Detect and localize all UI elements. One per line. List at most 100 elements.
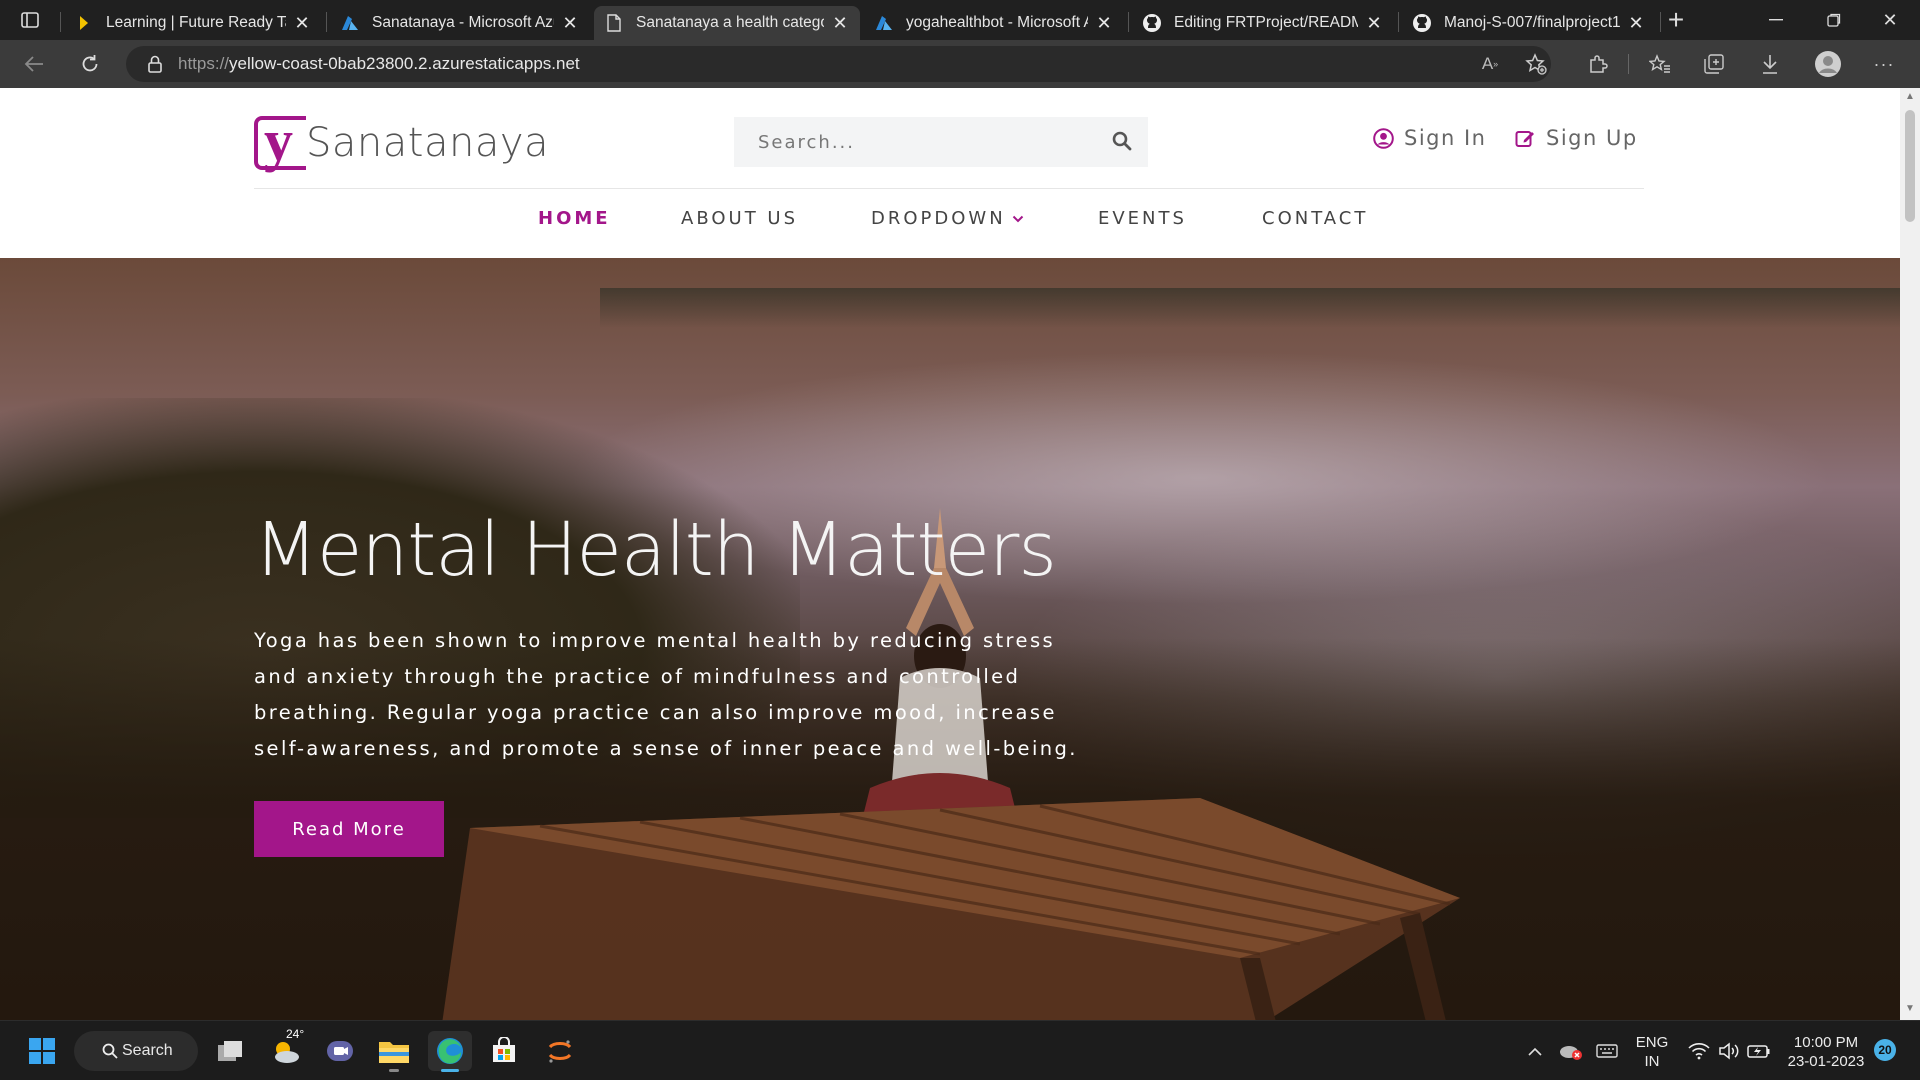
nav-label: ABOUT US (681, 208, 799, 229)
notification-badge[interactable]: 20 (1874, 1039, 1896, 1061)
address-bar[interactable]: https://yellow-coast-0bab23800.2.azurest… (126, 46, 1551, 82)
nav-label: DROPDOWN (871, 208, 1006, 229)
tab-sanatanaya-active[interactable]: Sanatanaya a health catego ✕ (594, 6, 860, 40)
github-favicon-icon (1412, 13, 1432, 33)
close-tab-icon[interactable]: ✕ (1626, 13, 1646, 33)
close-tab-icon[interactable]: ✕ (1364, 13, 1384, 33)
tab-title: Learning | Future Ready Tale (106, 14, 286, 31)
play-favicon-icon (74, 13, 94, 33)
tab-separator (1660, 12, 1661, 32)
taskbar-search-label: Search (122, 1042, 173, 1059)
refresh-icon[interactable] (74, 48, 106, 80)
microsoft-store-icon[interactable] (484, 1031, 524, 1071)
tab-azure-sanatanaya[interactable]: Sanatanaya - Microsoft Azur ✕ (330, 6, 590, 40)
tab-separator (326, 12, 327, 32)
site-search-box (734, 117, 1148, 167)
nav-about-us[interactable]: ABOUT US (681, 208, 798, 229)
read-aloud-icon[interactable]: A» (1476, 50, 1504, 78)
close-window-icon[interactable]: ✕ (1876, 6, 1904, 34)
web-page: y Sanatanaya Sign In Sign Up HOME ABOUT … (0, 88, 1900, 1020)
logo-mark-letter: y (264, 108, 293, 173)
windows-start-icon[interactable] (22, 1031, 62, 1071)
scroll-down-icon[interactable]: ▼ (1904, 1004, 1916, 1014)
tab-title: Editing FRTProject/README (1174, 14, 1358, 31)
nav-label: HOME (538, 208, 611, 229)
page-scrollbar[interactable]: ▲ ▼ (1900, 88, 1920, 1020)
edge-browser-icon[interactable] (428, 1031, 472, 1072)
lock-icon[interactable] (146, 55, 164, 73)
tab-github-finalproject[interactable]: Manoj-S-007/finalproject1: ✕ (1402, 6, 1656, 40)
tab-separator (1128, 12, 1129, 32)
volume-icon[interactable] (1714, 1031, 1744, 1071)
site-logo[interactable]: y Sanatanaya (254, 112, 549, 174)
sign-up-link[interactable]: Sign Up (1514, 118, 1638, 158)
back-icon[interactable] (18, 48, 50, 80)
wifi-icon[interactable] (1684, 1031, 1714, 1071)
task-view-icon[interactable] (210, 1031, 250, 1071)
read-more-button[interactable]: Read More (254, 801, 444, 858)
extensions-icon[interactable] (1584, 50, 1612, 78)
nav-contact[interactable]: CONTACT (1262, 208, 1368, 229)
downloads-icon[interactable] (1756, 50, 1784, 78)
search-icon (102, 1043, 118, 1059)
tab-title: Manoj-S-007/finalproject1: (1444, 14, 1620, 31)
clock-time: 10:00 PM (1793, 1034, 1859, 1051)
tab-actions-icon[interactable] (16, 6, 44, 34)
more-options-icon[interactable]: ··· (1870, 50, 1898, 78)
clock[interactable]: 10:00 PM 23-01-2023 (1784, 1033, 1868, 1071)
collections-icon[interactable] (1700, 50, 1728, 78)
main-navigation: HOME ABOUT US DROPDOWN EVENTS CONTACT (0, 208, 1900, 238)
tab-title: Sanatanaya a health catego (636, 14, 824, 31)
battery-charging-icon[interactable] (1744, 1031, 1774, 1071)
close-tab-icon[interactable]: ✕ (560, 13, 580, 33)
nav-dropdown[interactable]: DROPDOWN (871, 208, 1024, 229)
onedrive-error-icon[interactable] (1554, 1031, 1588, 1071)
favorites-icon[interactable] (1646, 50, 1674, 78)
scrollbar-thumb[interactable] (1905, 110, 1915, 222)
weather-temperature: 24° (286, 1027, 305, 1041)
azure-favicon-icon (340, 13, 360, 33)
region-code: IN (1644, 1053, 1660, 1070)
tab-yogahealthbot[interactable]: yogahealthbot - Microsoft A ✕ (864, 6, 1124, 40)
url-host: yellow-coast-0bab23800.2.azurestaticapps… (229, 54, 580, 73)
tab-separator (1398, 12, 1399, 32)
language-indicator[interactable]: ENG IN (1632, 1033, 1672, 1071)
site-search-input[interactable] (734, 117, 1084, 167)
tab-separator (60, 12, 61, 32)
active-indicator (441, 1069, 459, 1072)
nav-events[interactable]: EVENTS (1098, 208, 1187, 229)
search-icon[interactable] (1112, 131, 1134, 153)
url-scheme: https:// (178, 54, 230, 73)
show-hidden-icons-chevron-icon[interactable] (1520, 1031, 1550, 1071)
edit-icon (1514, 127, 1536, 149)
browser-toolbar: https://yellow-coast-0bab23800.2.azurest… (0, 40, 1920, 88)
file-explorer-icon[interactable] (374, 1031, 414, 1072)
weather-widget-icon[interactable]: 24° (266, 1027, 306, 1071)
scroll-up-icon[interactable]: ▲ (1904, 92, 1916, 102)
jupyter-app-icon[interactable] (540, 1031, 580, 1071)
nav-label: EVENTS (1098, 208, 1187, 229)
minimize-window-icon[interactable] (1762, 6, 1790, 34)
tab-title: Sanatanaya - Microsoft Azur (372, 14, 554, 31)
clock-date: 23-01-2023 (1787, 1053, 1865, 1070)
url-text[interactable]: https://yellow-coast-0bab23800.2.azurest… (178, 54, 580, 74)
keyboard-icon[interactable] (1592, 1031, 1622, 1071)
close-tab-icon[interactable]: ✕ (1094, 13, 1114, 33)
page-favicon-icon (604, 13, 624, 33)
teams-chat-icon[interactable] (320, 1031, 360, 1071)
close-tab-icon[interactable]: ✕ (830, 13, 850, 33)
hero-banner: Mental Health Matters Yoga has been show… (0, 258, 1900, 1020)
sign-in-link[interactable]: Sign In (1372, 118, 1486, 158)
tab-learning[interactable]: Learning | Future Ready Tale ✕ (64, 6, 322, 40)
tab-github-editing[interactable]: Editing FRTProject/README ✕ (1132, 6, 1394, 40)
taskbar-search[interactable]: Search (74, 1031, 198, 1071)
nav-home[interactable]: HOME (538, 208, 611, 229)
add-favorite-icon[interactable] (1522, 50, 1550, 78)
tab-title: yogahealthbot - Microsoft A (906, 14, 1088, 31)
restore-window-icon[interactable] (1820, 6, 1848, 34)
profile-avatar-icon[interactable] (1814, 50, 1842, 78)
new-tab-icon[interactable]: + (1662, 4, 1690, 35)
close-tab-icon[interactable]: ✕ (292, 13, 312, 33)
language-code: ENG (1635, 1034, 1669, 1051)
hero-title: Mental Health Matters (254, 507, 1057, 593)
